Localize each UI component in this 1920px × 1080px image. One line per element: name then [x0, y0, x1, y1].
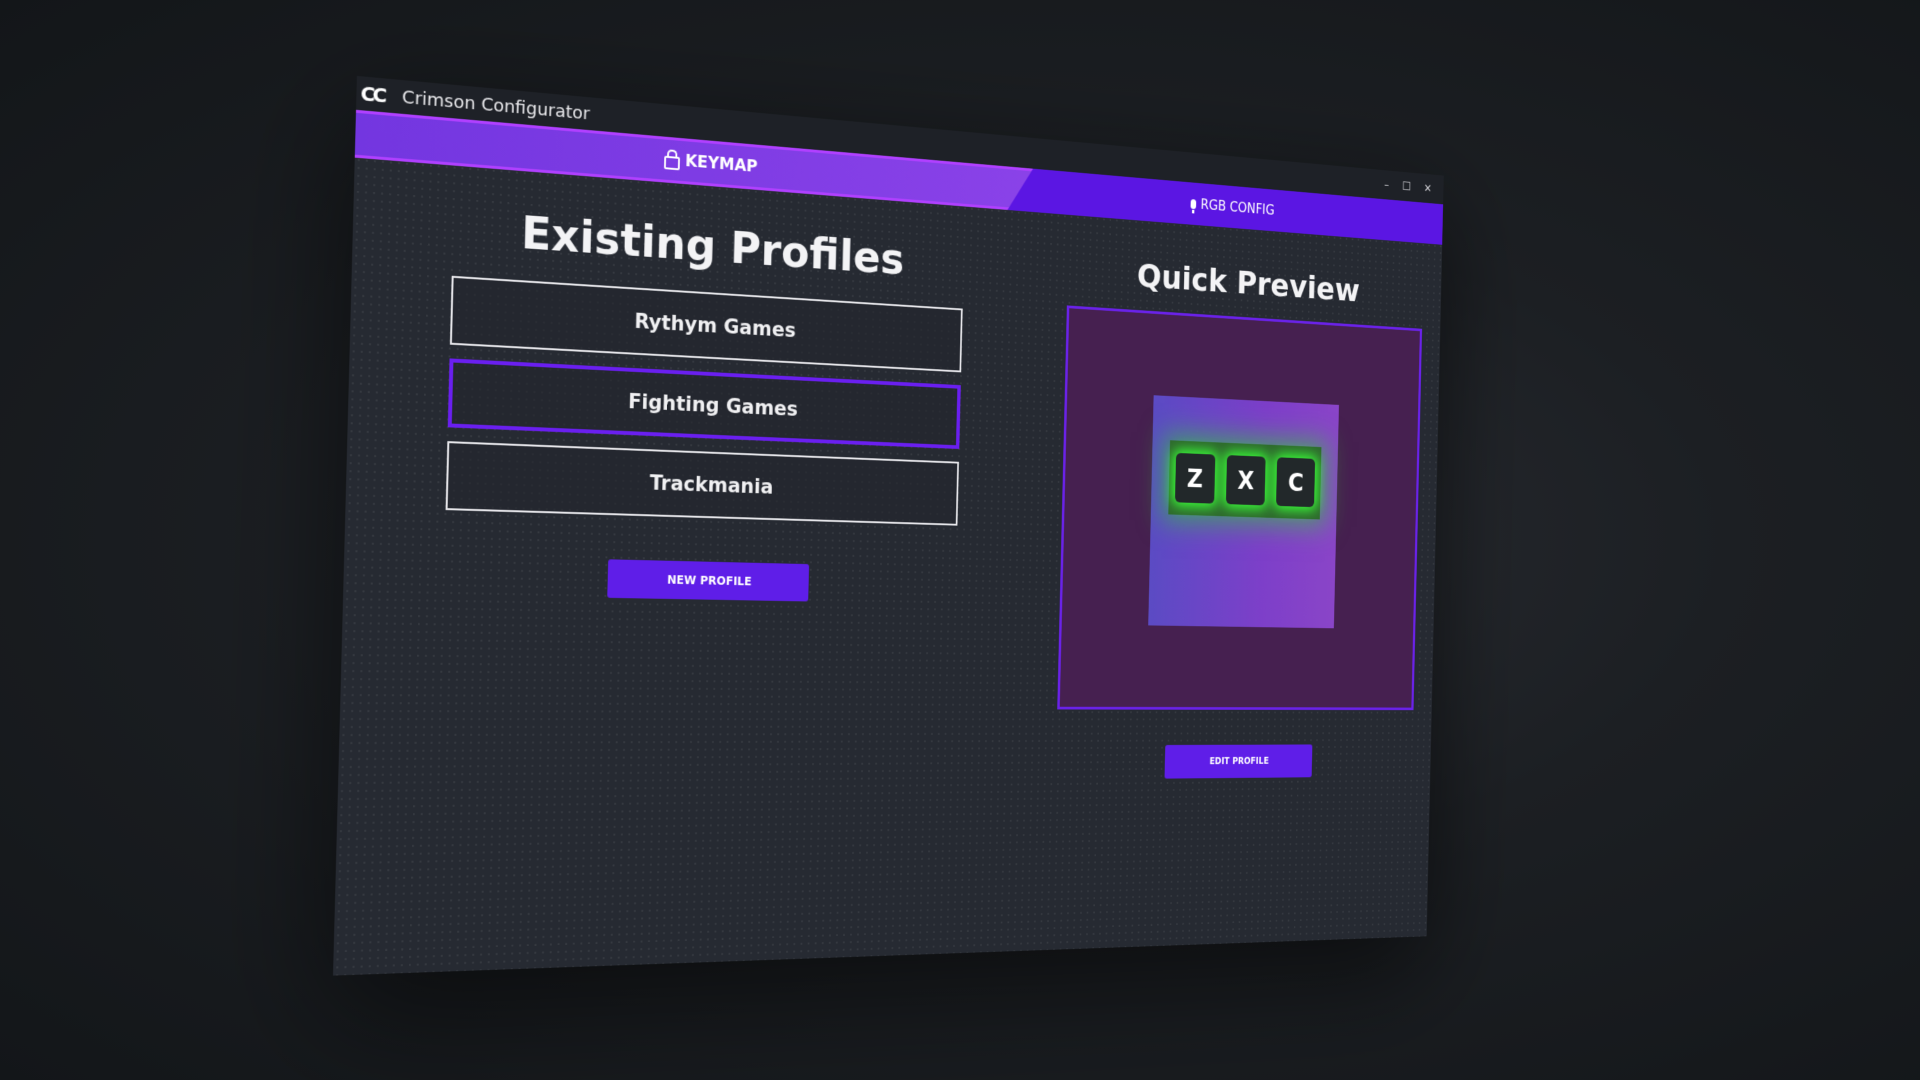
tab-keymap-label: KEYMAP — [684, 151, 758, 177]
app-window: CC Crimson Configurator – ☐ ✕ KEYMAP RGB… — [333, 75, 1444, 976]
lock-icon — [664, 156, 680, 171]
close-icon[interactable]: ✕ — [1424, 182, 1432, 195]
tab-rgb-config-label: RGB CONFIG — [1200, 196, 1275, 219]
scene: CC Crimson Configurator – ☐ ✕ KEYMAP RGB… — [0, 0, 1920, 1080]
profile-item-rythym-games[interactable]: Rythym Games — [449, 275, 963, 373]
profiles-panel: Existing Profiles Rythym Games Fighting … — [333, 158, 1049, 976]
window-controls: – ☐ ✕ — [1384, 178, 1432, 195]
minimize-icon[interactable]: – — [1384, 178, 1389, 191]
key-c: C — [1276, 457, 1316, 508]
preview-card: Z X C — [1148, 395, 1339, 629]
maximize-icon[interactable]: ☐ — [1402, 180, 1411, 193]
key-x: X — [1225, 455, 1266, 506]
key-z: Z — [1174, 452, 1216, 504]
profile-item-fighting-games[interactable]: Fighting Games — [447, 358, 961, 449]
preview-frame: Z X C — [1057, 305, 1423, 711]
edit-profile-button[interactable]: EDIT PROFILE — [1164, 744, 1313, 779]
keypad-preview: Z X C — [1168, 440, 1322, 520]
mic-icon — [1190, 198, 1197, 209]
preview-heading: Quick Preview — [1136, 257, 1361, 310]
app-logo: CC — [360, 81, 385, 108]
profile-list: Rythym Games Fighting Games Trackmania — [345, 269, 1046, 528]
preview-panel: Quick Preview Z X C EDIT PROFILE — [1031, 213, 1442, 950]
new-profile-button[interactable]: NEW PROFILE — [607, 559, 810, 602]
profile-item-trackmania[interactable]: Trackmania — [445, 441, 959, 526]
